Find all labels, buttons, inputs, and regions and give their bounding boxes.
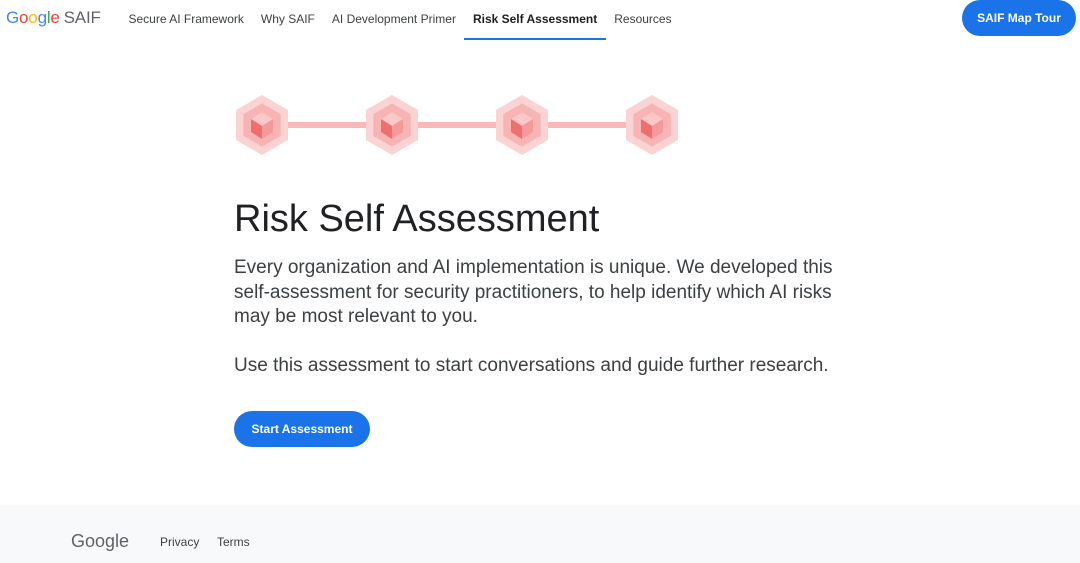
logo-letter: e xyxy=(50,8,60,27)
hexagon-cube-icon xyxy=(626,95,678,155)
logo-letter: o xyxy=(28,8,38,27)
logo-letter: o xyxy=(19,8,29,27)
footer-google-logo[interactable]: Google xyxy=(71,531,129,552)
google-saif-logo[interactable]: Google SAIF xyxy=(6,8,101,28)
footer-terms-link[interactable]: Terms xyxy=(217,535,250,549)
nav-resources[interactable]: Resources xyxy=(606,0,680,40)
logo-letter: G xyxy=(6,8,20,27)
nav-ai-development-primer[interactable]: AI Development Primer xyxy=(323,0,464,40)
page-title: Risk Self Assessment xyxy=(234,198,600,240)
hexagon-cube-icon xyxy=(366,95,418,155)
site-header: Google SAIF Secure AI Framework Why SAIF … xyxy=(0,0,1080,40)
hexagon-cube-icon xyxy=(236,95,288,155)
hexagon-cube-icon xyxy=(496,95,548,155)
logo-letter: g xyxy=(37,8,47,27)
logo-product-name: SAIF xyxy=(63,8,101,27)
nav-why-saif[interactable]: Why SAIF xyxy=(252,0,323,40)
intro-secondary-paragraph: Use this assessment to start conversatio… xyxy=(234,355,829,376)
footer-privacy-link[interactable]: Privacy xyxy=(160,535,199,549)
intro-paragraph: Every organization and AI implementation… xyxy=(234,257,833,327)
saif-map-tour-button[interactable]: SAIF Map Tour xyxy=(962,0,1076,36)
start-assessment-button[interactable]: Start Assessment xyxy=(234,411,370,447)
connected-hexagon-cubes-icon xyxy=(232,92,684,158)
nav-secure-ai-framework[interactable]: Secure AI Framework xyxy=(120,0,252,40)
hexagon-chain-graphic xyxy=(236,95,678,155)
site-footer: Google Privacy Terms xyxy=(0,505,1080,563)
main-nav: Secure AI Framework Why SAIF AI Developm… xyxy=(120,0,680,40)
nav-risk-self-assessment[interactable]: Risk Self Assessment xyxy=(464,0,606,40)
connector-line xyxy=(262,122,654,128)
